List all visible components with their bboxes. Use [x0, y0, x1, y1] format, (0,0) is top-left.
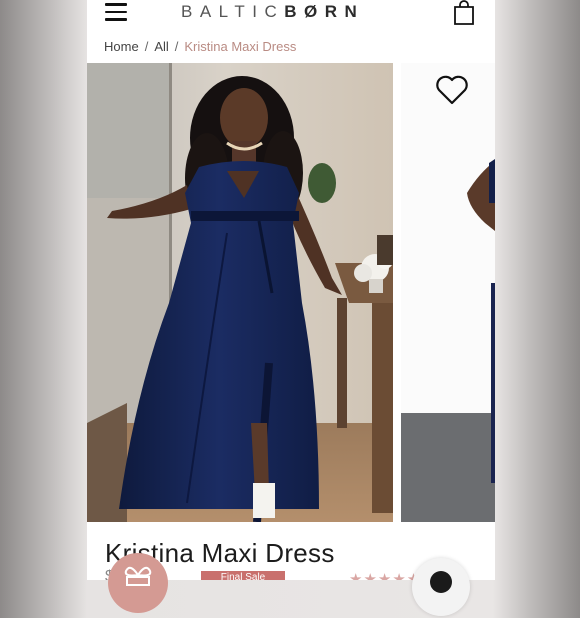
- mobile-page: BALTICBØRN Home / All / Kristina Maxi Dress: [87, 0, 495, 580]
- model-photo-illustration: [87, 63, 393, 522]
- breadcrumb-home-link[interactable]: Home: [104, 39, 139, 54]
- breadcrumb: Home / All / Kristina Maxi Dress: [104, 39, 296, 54]
- chat-bubble-icon: [430, 571, 452, 593]
- breadcrumb-separator: /: [174, 39, 179, 54]
- gift-icon[interactable]: [108, 553, 168, 613]
- breadcrumb-all-link[interactable]: All: [154, 39, 168, 54]
- breadcrumb-current: Kristina Maxi Dress: [184, 39, 297, 54]
- breadcrumb-separator: /: [144, 39, 149, 54]
- gift-bow-icon: [124, 566, 152, 586]
- hamburger-menu-icon[interactable]: [105, 3, 127, 21]
- heart-outline-icon[interactable]: [435, 75, 469, 105]
- product-next-image[interactable]: [401, 63, 495, 522]
- product-main-image[interactable]: [87, 63, 393, 522]
- site-header: BALTICBØRN: [87, 0, 495, 30]
- brand-logo[interactable]: BALTICBØRN: [181, 2, 364, 22]
- logo-text-bold: BØRN: [284, 2, 365, 21]
- chat-icon[interactable]: [412, 558, 470, 616]
- rating-stars[interactable]: ★★★★★: [349, 570, 421, 580]
- final-sale-badge: Final Sale: [201, 571, 285, 580]
- second-photo-illustration: [401, 63, 495, 522]
- shopping-bag-icon[interactable]: [451, 0, 477, 26]
- logo-text-light: BALTIC: [181, 2, 285, 21]
